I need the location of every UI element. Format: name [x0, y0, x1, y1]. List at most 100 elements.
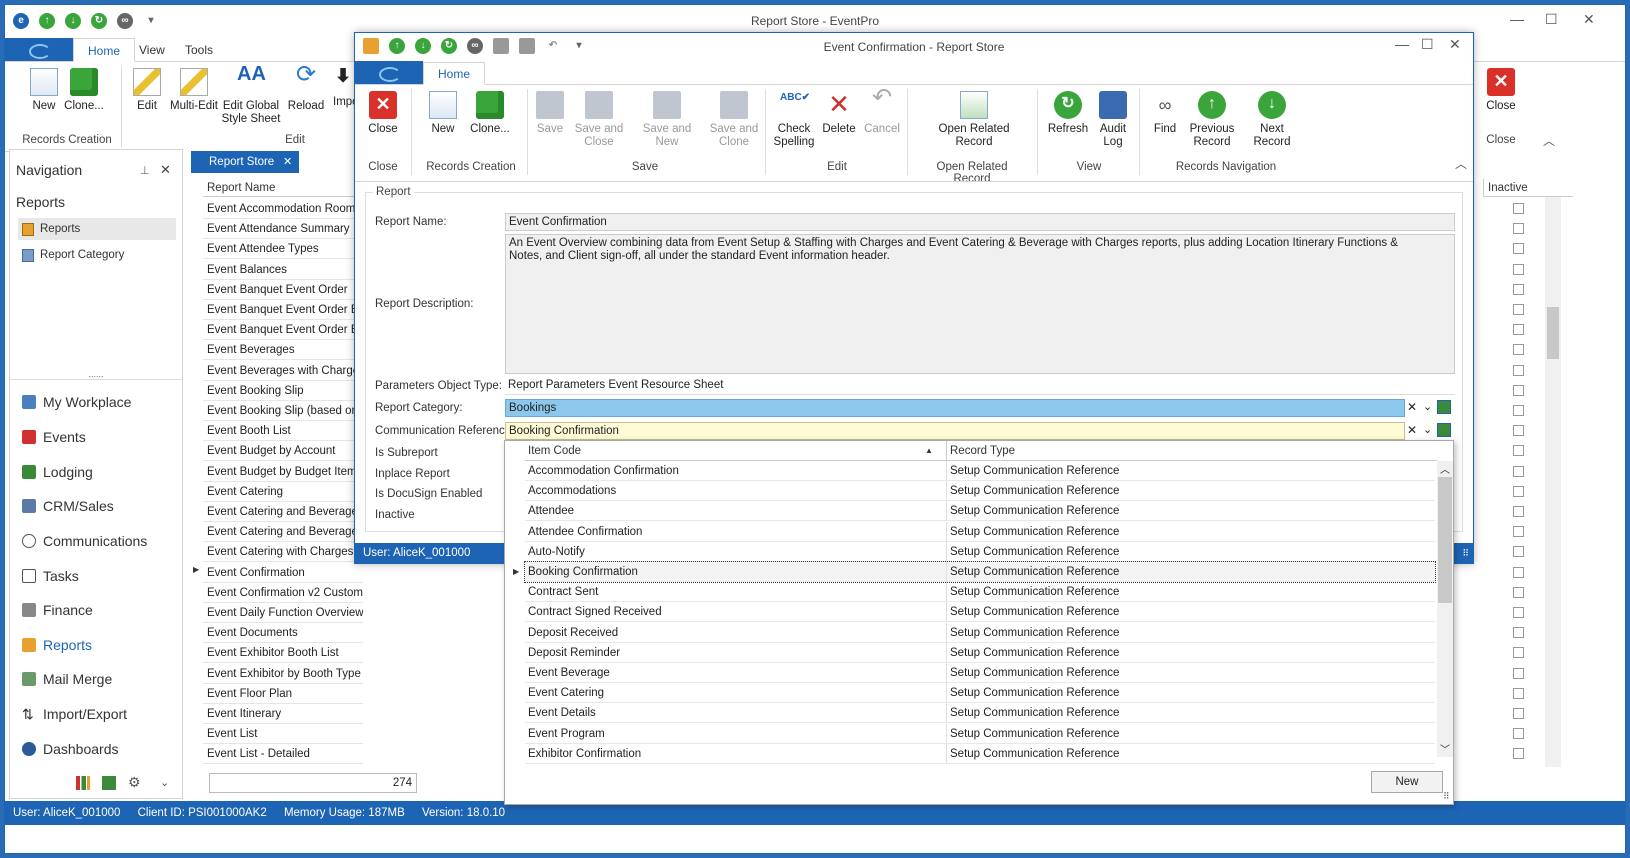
category-dropdown-chevron-icon[interactable]: ⌄	[1423, 400, 1432, 413]
module-lodging[interactable]: Lodging	[22, 464, 93, 480]
scroll-up-icon[interactable]: ︿	[1440, 461, 1450, 476]
graph-icon[interactable]	[102, 776, 116, 790]
dialog-delete-button[interactable]: ✕ Delete	[819, 91, 859, 136]
tab-report-store[interactable]: Report Store ✕	[191, 151, 299, 173]
tab-close-icon[interactable]: ✕	[283, 151, 292, 173]
inactive-checkbox[interactable]	[1513, 445, 1524, 457]
dialog-collapse-ribbon-icon[interactable]: ︿	[1455, 155, 1467, 172]
dropdown-row[interactable]: Deposit Reminder Setup Communication Refe…	[525, 642, 1435, 663]
edit-button[interactable]: Edit	[127, 68, 167, 113]
dialog-new-button[interactable]: New	[423, 91, 463, 136]
inactive-checkbox[interactable]	[1513, 546, 1524, 558]
dropdown-row[interactable]: Auto-Notify Setup Communication Reference	[525, 541, 1435, 562]
inactive-checkbox[interactable]	[1513, 283, 1524, 295]
maximize-icon[interactable]: ☐	[1545, 11, 1558, 28]
settings-gear-icon[interactable]: ⚙	[128, 774, 141, 791]
table-row[interactable]: Event Attendee Types	[203, 239, 363, 260]
tab-tools[interactable]: Tools	[171, 38, 227, 62]
dialog-resize-grip-icon[interactable]: ⠿	[1462, 543, 1469, 564]
dropdown-row[interactable]: Accommodations Setup Communication Refere…	[525, 481, 1435, 502]
dialog-previous-record-button[interactable]: ↑ Previous Record	[1187, 91, 1237, 149]
dropdown-row[interactable]: Event Catering Setup Communication Refere…	[525, 683, 1435, 704]
module-my-workplace[interactable]: My Workplace	[22, 394, 131, 410]
table-row[interactable]: Event Banquet Event Order	[203, 280, 363, 300]
inactive-checkbox[interactable]	[1513, 304, 1524, 315]
dropdown-new-button[interactable]: New	[1371, 771, 1443, 793]
parameters-object-type-field[interactable]: Report Parameters Event Resource Sheet	[505, 377, 1455, 395]
dialog-open-related-record-button[interactable]: Open Related Record	[931, 91, 1017, 149]
main-close-button[interactable]: ✕ Close	[1481, 68, 1521, 113]
table-row[interactable]: Event Documents	[203, 623, 363, 644]
table-row[interactable]: Event List - Detailed	[203, 744, 363, 765]
dialog-audit-log-button[interactable]: Audit Log	[1093, 91, 1133, 149]
table-row[interactable]: Event Beverages with Charges	[203, 361, 363, 381]
dropdown-row[interactable]: Attendee Confirmation Setup Communication…	[525, 521, 1435, 542]
dialog-cancel-button[interactable]: ↶ Cancel	[861, 86, 903, 136]
inactive-checkbox[interactable]	[1513, 425, 1524, 437]
dialog-save-and-close-button[interactable]: Save and Close	[573, 91, 625, 149]
inactive-checkbox[interactable]	[1513, 344, 1524, 356]
reference-dropdown-chevron-icon[interactable]: ⌄	[1423, 423, 1432, 436]
table-row[interactable]: Event Booth List	[203, 421, 363, 442]
dialog-save-button[interactable]: Save	[531, 91, 569, 136]
table-row[interactable]: Event Budget by Budget Item	[203, 462, 363, 482]
table-row[interactable]: Event Accommodation Room Block	[203, 199, 363, 219]
label-is-subreport[interactable]: Is Subreport	[375, 447, 438, 459]
grid-scrollbar-thumb[interactable]	[1547, 307, 1559, 359]
inactive-checkbox[interactable]	[1513, 243, 1524, 255]
module-reports[interactable]: Reports	[22, 637, 92, 653]
chart-icon[interactable]	[76, 776, 90, 790]
table-row[interactable]: Event Itinerary	[203, 704, 363, 724]
column-header-inactive[interactable]: Inactive	[1483, 179, 1573, 197]
inactive-checkbox[interactable]	[1513, 647, 1524, 659]
inactive-checkbox[interactable]	[1513, 364, 1524, 376]
nav-item-report-category[interactable]: Report Category	[18, 244, 176, 266]
table-row[interactable]: Event Confirmation	[203, 563, 363, 583]
table-row[interactable]: Event Balances	[203, 260, 363, 280]
dialog-save-and-clone-button[interactable]: Save and Clone	[709, 91, 759, 149]
report-name-field[interactable]: Event Confirmation	[505, 213, 1455, 231]
inactive-checkbox[interactable]	[1513, 708, 1524, 719]
inactive-checkbox[interactable]	[1513, 506, 1524, 517]
dialog-next-record-button[interactable]: ↓ Next Record	[1241, 91, 1303, 149]
table-row[interactable]: Event Attendance Summary	[203, 219, 363, 240]
module-crm-sales[interactable]: CRM/Sales	[22, 498, 114, 514]
clear-reference-icon[interactable]: ✕	[1407, 423, 1417, 437]
label-inplace-report[interactable]: Inplace Report	[375, 468, 450, 480]
table-row[interactable]: Event Booking Slip (based on loc	[203, 401, 363, 421]
nav-item-reports[interactable]: Reports	[18, 218, 176, 240]
edit-global-style-sheet-button[interactable]: AA Edit Global Style Sheet	[221, 64, 281, 126]
reload-button[interactable]: ⟳ Reload	[283, 63, 329, 113]
dialog-find-button[interactable]: ∞ Find	[1145, 91, 1185, 136]
nav-splitter[interactable]: ......	[10, 370, 182, 380]
pin-icon[interactable]: ⊥	[140, 164, 150, 177]
inactive-checkbox[interactable]	[1513, 263, 1524, 275]
table-row[interactable]: Event Floor Plan	[203, 684, 363, 704]
inactive-checkbox[interactable]	[1513, 384, 1524, 396]
module-communications[interactable]: Communications	[22, 533, 147, 549]
dropdown-header-item-code[interactable]: Item Code ▲	[525, 441, 947, 461]
dialog-minimize-icon[interactable]: —	[1395, 36, 1409, 52]
inactive-checkbox[interactable]	[1513, 687, 1524, 699]
minimize-icon[interactable]: —	[1510, 11, 1524, 27]
inactive-checkbox[interactable]	[1513, 748, 1524, 760]
table-row[interactable]: Event Confirmation v2 Customized	[203, 583, 363, 603]
inactive-checkbox[interactable]	[1513, 607, 1524, 618]
inactive-checkbox[interactable]	[1513, 526, 1524, 538]
dialog-maximize-icon[interactable]: ☐	[1421, 36, 1434, 53]
dialog-save-and-new-button[interactable]: Save and New	[631, 91, 703, 149]
inactive-checkbox[interactable]	[1513, 485, 1524, 497]
clear-category-icon[interactable]: ✕	[1407, 400, 1417, 414]
report-category-field[interactable]: Bookings	[505, 399, 1405, 417]
inactive-checkbox[interactable]	[1513, 465, 1524, 477]
inactive-checkbox[interactable]	[1513, 586, 1524, 598]
nav-close-icon[interactable]: ✕	[160, 162, 171, 178]
dialog-check-spelling-button[interactable]: ABC✔ Check Spelling	[769, 91, 819, 149]
reference-lookup-icon[interactable]	[1437, 423, 1451, 437]
inactive-checkbox[interactable]	[1513, 627, 1524, 639]
nav-overflow-chevron-icon[interactable]: ⌄	[160, 776, 169, 789]
module-dashboards[interactable]: Dashboards	[22, 741, 119, 757]
module-events[interactable]: Events	[22, 429, 86, 445]
table-row[interactable]: Event Catering	[203, 482, 363, 502]
dropdown-row[interactable]: Booking Confirmation Setup Communication …	[524, 561, 1436, 583]
